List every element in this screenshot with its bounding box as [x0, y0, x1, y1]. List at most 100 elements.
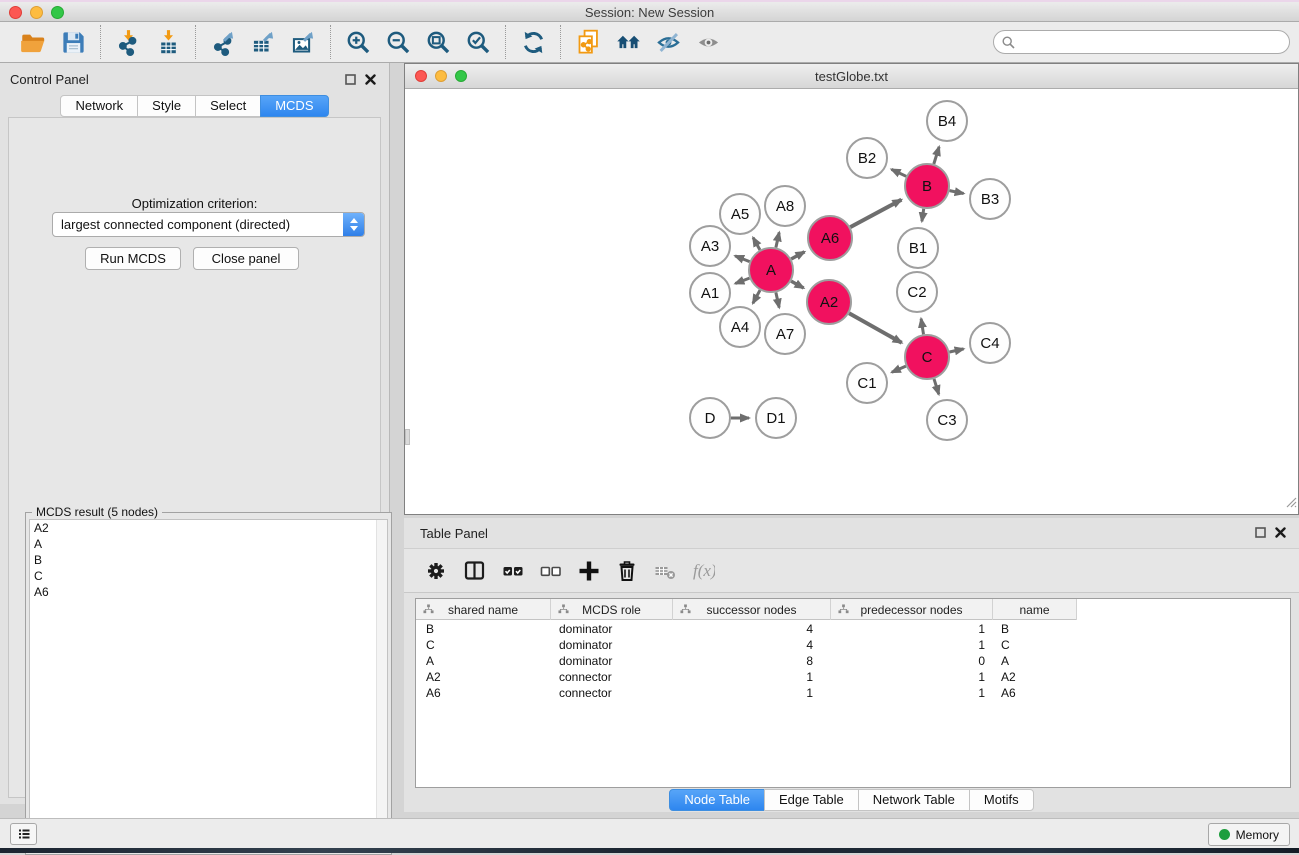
mcds-result-list[interactable]: A2ABCA6 — [29, 519, 388, 850]
search-input[interactable] — [1020, 35, 1281, 49]
edge-B-B4[interactable] — [934, 147, 939, 164]
node-A7[interactable]: A7 — [765, 314, 805, 354]
run-mcds-button[interactable]: Run MCDS — [85, 247, 181, 270]
close-table-panel-icon[interactable] — [1274, 526, 1287, 539]
export-image-icon[interactable] — [283, 25, 323, 59]
network-window-title-bar[interactable]: testGlobe.txt — [405, 64, 1298, 89]
tab-mcds[interactable]: MCDS — [260, 95, 328, 117]
table-row[interactable]: Bdominator41B — [416, 621, 1290, 637]
close-panel-button[interactable]: Close panel — [193, 247, 299, 270]
save-session-icon[interactable] — [53, 25, 93, 59]
search-box[interactable] — [993, 30, 1290, 54]
zoom-selected-icon[interactable] — [458, 25, 498, 59]
resize-grip-icon[interactable] — [1284, 495, 1297, 513]
edge-A-A7[interactable] — [776, 293, 779, 308]
node-A8[interactable]: A8 — [765, 186, 805, 226]
open-session-folder-icon[interactable] — [13, 25, 53, 59]
close-panel-icon[interactable] — [364, 73, 377, 86]
result-item[interactable]: A — [30, 536, 387, 552]
node-B[interactable]: B — [905, 164, 949, 208]
float-table-panel-icon[interactable] — [1254, 526, 1267, 539]
table-cell[interactable]: connector — [551, 685, 673, 701]
table-cell[interactable]: A2 — [993, 669, 1077, 685]
node-D1[interactable]: D1 — [756, 398, 796, 438]
zoom-out-icon[interactable] — [378, 25, 418, 59]
table-row[interactable]: A6connector11A6 — [416, 685, 1290, 701]
node-A[interactable]: A — [749, 248, 793, 292]
table-cell[interactable]: 4 — [673, 637, 831, 653]
export-network-icon[interactable] — [203, 25, 243, 59]
node-C1[interactable]: C1 — [847, 363, 887, 403]
node-A4[interactable]: A4 — [720, 307, 760, 347]
result-item[interactable]: B — [30, 552, 387, 568]
edge-A-A2[interactable] — [791, 281, 804, 288]
node-A5[interactable]: A5 — [720, 194, 760, 234]
table-cell[interactable]: 1 — [831, 621, 993, 637]
edge-A-A1[interactable] — [735, 278, 749, 283]
edge-A-A4[interactable] — [753, 290, 760, 303]
table-cell[interactable]: 1 — [831, 669, 993, 685]
criterion-dropdown[interactable]: largest connected component (directed) — [52, 212, 365, 237]
task-history-button[interactable] — [10, 823, 37, 845]
table-cell[interactable]: B — [993, 621, 1077, 637]
table-cell[interactable]: C — [993, 637, 1077, 653]
edge-C-C2[interactable] — [921, 319, 923, 335]
column-layout-icon[interactable] — [456, 554, 494, 588]
node-A2[interactable]: A2 — [807, 280, 851, 324]
zoom-in-icon[interactable] — [338, 25, 378, 59]
table-cell[interactable]: connector — [551, 669, 673, 685]
column-header-shared-name[interactable]: shared name — [416, 599, 551, 620]
column-header-MCDS-role[interactable]: MCDS role — [551, 599, 673, 620]
table-tab-motifs[interactable]: Motifs — [969, 789, 1034, 811]
show-all-icon[interactable] — [688, 25, 728, 59]
result-item[interactable]: C — [30, 568, 387, 584]
import-table-icon[interactable] — [148, 25, 188, 59]
network-canvas[interactable]: B4B2BB3A5A8A6B1A3AC2A1A2A4A7C4CC1C3DD1 — [405, 89, 1298, 514]
zoom-fit-icon[interactable] — [418, 25, 458, 59]
table-cell[interactable]: A — [416, 653, 551, 669]
result-item[interactable]: A6 — [30, 584, 387, 600]
select-all-checkboxes-icon[interactable] — [494, 554, 532, 588]
column-header-predecessor-nodes[interactable]: predecessor nodes — [831, 599, 993, 620]
refresh-layout-icon[interactable] — [513, 25, 553, 59]
edge-B-B3[interactable] — [950, 191, 964, 194]
node-C4[interactable]: C4 — [970, 323, 1010, 363]
first-neighbors-icon[interactable] — [608, 25, 648, 59]
deselect-all-checkboxes-icon[interactable] — [532, 554, 570, 588]
edge-A2-C[interactable] — [849, 313, 902, 343]
edge-B-B2[interactable] — [892, 169, 907, 176]
edge-C-C1[interactable] — [892, 366, 906, 372]
edge-B-B1[interactable] — [922, 209, 924, 222]
tab-style[interactable]: Style — [137, 95, 196, 117]
edge-A-A5[interactable] — [753, 238, 760, 250]
table-row[interactable]: Adominator80A — [416, 653, 1290, 669]
node-D[interactable]: D — [690, 398, 730, 438]
table-cell[interactable]: 1 — [673, 685, 831, 701]
add-column-icon[interactable] — [570, 554, 608, 588]
node-B3[interactable]: B3 — [970, 179, 1010, 219]
node-B4[interactable]: B4 — [927, 101, 967, 141]
node-A6[interactable]: A6 — [808, 216, 852, 260]
hide-selected-icon[interactable] — [648, 25, 688, 59]
table-tab-edge-table[interactable]: Edge Table — [764, 789, 859, 811]
table-tab-node-table[interactable]: Node Table — [669, 789, 765, 811]
table-cell[interactable]: dominator — [551, 621, 673, 637]
export-table-icon[interactable] — [243, 25, 283, 59]
column-header-successor-nodes[interactable]: successor nodes — [673, 599, 831, 620]
import-network-icon[interactable] — [108, 25, 148, 59]
edge-A6-B[interactable] — [850, 200, 901, 227]
table-tab-network-table[interactable]: Network Table — [858, 789, 970, 811]
table-cell[interactable]: A6 — [993, 685, 1077, 701]
table-cell[interactable]: dominator — [551, 653, 673, 669]
table-row[interactable]: A2connector11A2 — [416, 669, 1290, 685]
node-B2[interactable]: B2 — [847, 138, 887, 178]
table-cell[interactable]: 1 — [673, 669, 831, 685]
table-cell[interactable]: A2 — [416, 669, 551, 685]
edge-A-A3[interactable] — [735, 256, 750, 262]
table-cell[interactable]: A — [993, 653, 1077, 669]
table-cell[interactable]: 4 — [673, 621, 831, 637]
table-cell[interactable]: B — [416, 621, 551, 637]
column-header-name[interactable]: name — [993, 599, 1077, 620]
float-panel-icon[interactable] — [344, 73, 357, 86]
table-cell[interactable]: A6 — [416, 685, 551, 701]
